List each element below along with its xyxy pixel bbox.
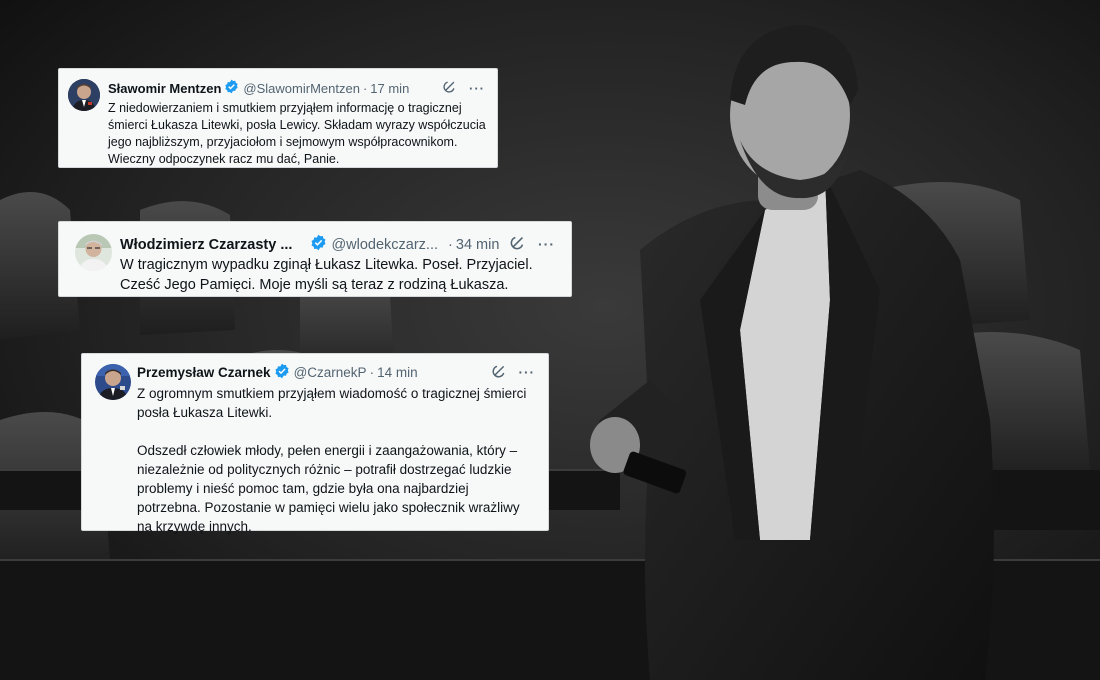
author-handle[interactable]: @SlawomirMentzen xyxy=(243,81,360,96)
tweet-text: Z niedowierzaniem i smutkiem przyjąłem i… xyxy=(108,100,493,168)
tweet-header: Sławomir Mentzen @SlawomirMentzen · 17 m… xyxy=(108,79,409,97)
verified-badge-icon xyxy=(274,363,290,382)
avatar[interactable] xyxy=(68,79,100,111)
more-icon[interactable]: ··· xyxy=(519,366,536,380)
author-handle[interactable]: @CzarnekP xyxy=(294,365,367,380)
tweet-card[interactable]: Włodzimierz Czarzasty ... @wlodekczarz..… xyxy=(58,221,572,297)
verified-badge-icon xyxy=(310,234,327,255)
grok-icon[interactable] xyxy=(442,79,457,97)
author-handle[interactable]: @wlodekczarz... xyxy=(331,237,438,253)
tweet-paragraph: Z niedowierzaniem i smutkiem przyjąłem i… xyxy=(108,101,486,166)
separator-dot: · xyxy=(362,80,368,96)
tweet-paragraph: W tragicznym wypadku zginął Łukasz Litew… xyxy=(120,257,533,293)
tweet-header: Przemysław Czarnek @CzarnekP · 14 min xyxy=(137,363,418,382)
tweet-text: Z ogromnym smutkiem przyjąłem wiadomość … xyxy=(137,384,535,536)
separator-dot: · xyxy=(448,236,453,253)
tweet-card[interactable]: Przemysław Czarnek @CzarnekP · 14 min ··… xyxy=(81,353,549,534)
author-name[interactable]: Włodzimierz Czarzasty ... xyxy=(120,237,292,253)
tweet-card[interactable]: Sławomir Mentzen @SlawomirMentzen · 17 m… xyxy=(58,68,498,168)
tweet-actions: ··· xyxy=(509,234,555,254)
more-icon[interactable]: ··· xyxy=(469,82,485,95)
tweet-header: Włodzimierz Czarzasty ... @wlodekczarz..… xyxy=(120,234,499,255)
timestamp[interactable]: 17 min xyxy=(370,81,409,96)
timestamp[interactable]: 14 min xyxy=(377,365,418,380)
tweet-actions: ··· xyxy=(442,79,485,97)
author-name[interactable]: Przemysław Czarnek xyxy=(137,365,271,380)
tweet-paragraph: Odszedł człowiek młody, pełen energii i … xyxy=(137,443,520,534)
grok-icon[interactable] xyxy=(509,234,526,254)
more-icon[interactable]: ··· xyxy=(538,237,555,251)
tweet-paragraph: Z ogromnym smutkiem przyjąłem wiadomość … xyxy=(137,386,527,420)
verified-badge-icon xyxy=(224,79,239,97)
grok-icon[interactable] xyxy=(491,363,507,382)
separator-dot: · xyxy=(369,365,375,380)
avatar[interactable] xyxy=(75,234,112,271)
timestamp[interactable]: 34 min xyxy=(456,237,500,253)
tweet-actions: ··· xyxy=(491,363,536,382)
author-name[interactable]: Sławomir Mentzen xyxy=(108,81,221,96)
tweet-text: W tragicznym wypadku zginął Łukasz Litew… xyxy=(120,255,560,295)
avatar[interactable] xyxy=(95,364,131,400)
